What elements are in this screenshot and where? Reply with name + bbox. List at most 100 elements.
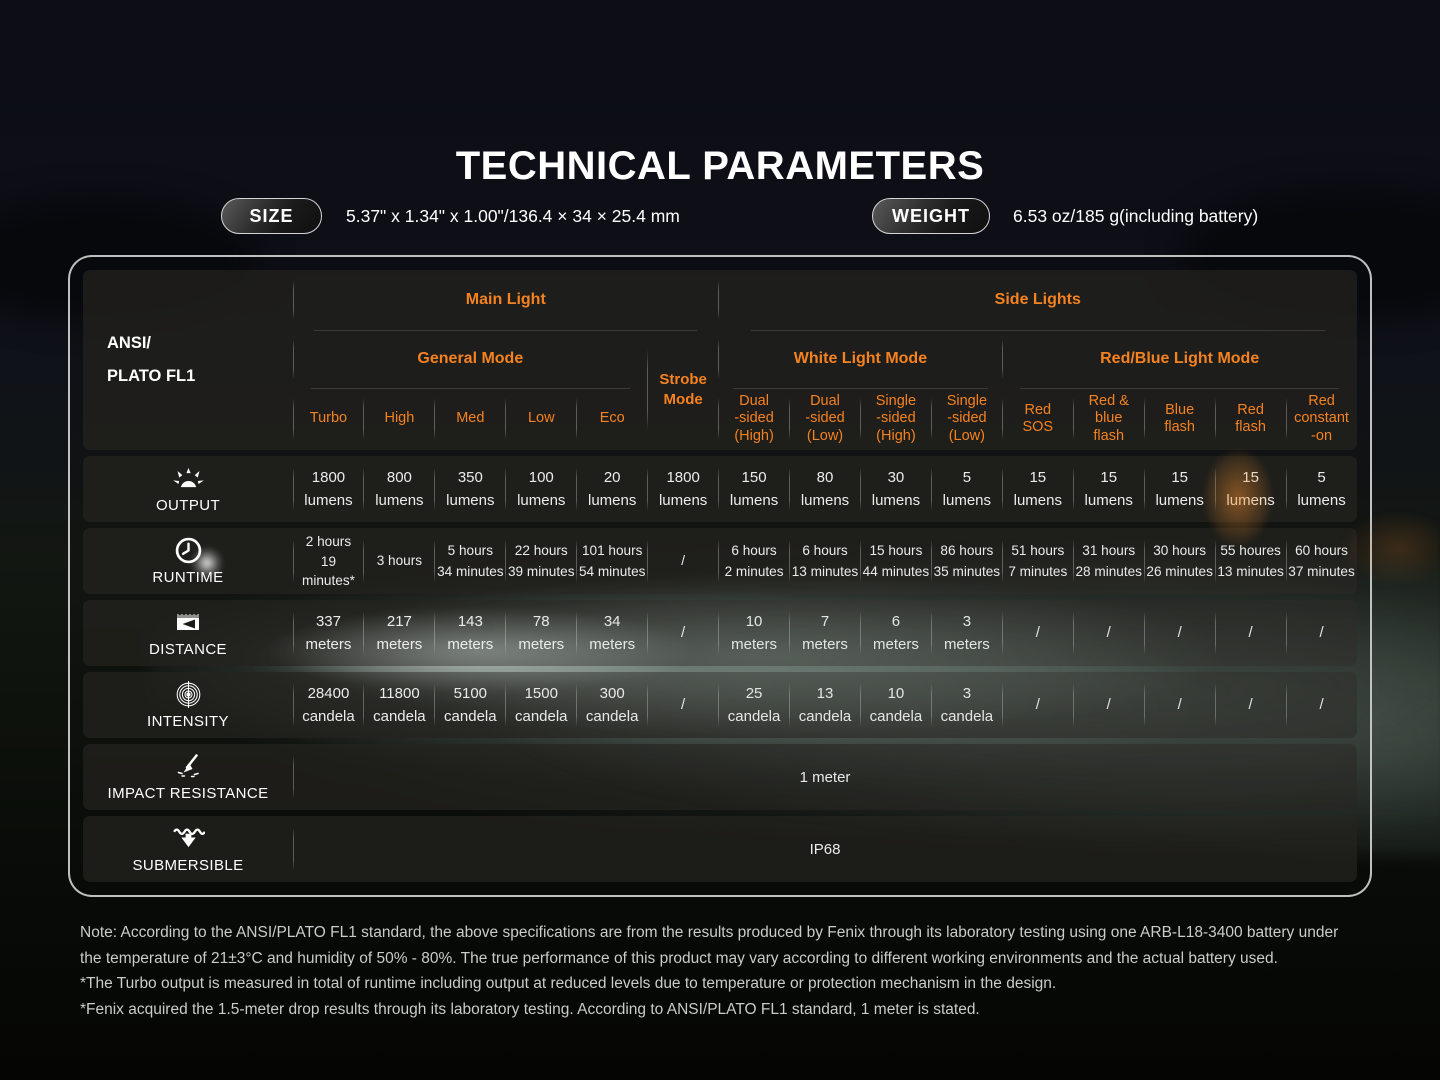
value-cell: 28400candela — [293, 672, 364, 738]
value-cell: 800lumens — [364, 456, 435, 522]
value-cell: 3meters — [931, 600, 1002, 666]
value-cell: 15lumens — [1073, 456, 1144, 522]
value-cell: / — [1215, 672, 1286, 738]
weight-badge: WEIGHT — [872, 198, 990, 234]
value-cell: / — [1073, 600, 1144, 666]
value-cell: 20lumens — [577, 456, 648, 522]
column-header-red-flash: Redflash — [1215, 388, 1286, 450]
row-label-impact: IMPACT RESISTANCE — [83, 744, 293, 810]
row-label-distance: DISTANCE — [83, 600, 293, 666]
value-cell: 1800lumens — [293, 456, 364, 522]
value-cell: 10meters — [719, 600, 790, 666]
group-header-white-light-mode: White Light Mode — [719, 330, 1003, 388]
group-header-side-lights: Side Lights — [719, 270, 1357, 330]
column-header-dual-sided-high: Dual-sided(High) — [719, 388, 790, 450]
value-cell: 51 hours7 minutes — [1002, 528, 1073, 594]
value-cell-submersible: IP68 — [293, 816, 1357, 882]
table-row-runtime: RUNTIME2 hours19 minutes*3 hours5 hours3… — [83, 528, 1357, 594]
note-paragraph: *Fenix acquired the 1.5-meter drop resul… — [80, 997, 1364, 1023]
value-cell: 300candela — [577, 672, 648, 738]
value-cell: 10candela — [860, 672, 931, 738]
column-header-low: Low — [506, 388, 577, 450]
clock-icon — [175, 536, 202, 564]
value-cell: / — [1144, 600, 1215, 666]
value-cell: 2 hours19 minutes* — [293, 528, 364, 594]
value-cell: 5100candela — [435, 672, 506, 738]
value-cell: 6meters — [860, 600, 931, 666]
group-header-strobe-mode: Strobe Mode — [648, 330, 719, 450]
spec-table: ANSI/ PLATO FL1 Main Light Side Lights G… — [68, 255, 1372, 897]
value-cell: 80lumens — [790, 456, 861, 522]
table-header: ANSI/ PLATO FL1 Main Light Side Lights G… — [83, 270, 1357, 450]
waves-icon — [172, 824, 205, 852]
value-cell: 1800lumens — [648, 456, 719, 522]
impact-icon — [175, 752, 201, 780]
group-header-general-mode: General Mode — [293, 330, 648, 388]
note-paragraph: Note: According to the ANSI/PLATO FL1 st… — [80, 920, 1364, 971]
value-cell: 101 hours54 minutes — [577, 528, 648, 594]
column-header-single-sided-low: Single-sided(Low) — [931, 388, 1002, 450]
value-cell: 7meters — [790, 600, 861, 666]
value-cell: 86 hours35 minutes — [931, 528, 1002, 594]
value-cell: 143meters — [435, 600, 506, 666]
row-label-runtime: RUNTIME — [83, 528, 293, 594]
value-cell: 34meters — [577, 600, 648, 666]
value-cell: 3 hours — [364, 528, 435, 594]
value-cell: / — [648, 600, 719, 666]
value-cell: 337meters — [293, 600, 364, 666]
value-cell: / — [1002, 672, 1073, 738]
row-label-submersible: SUBMERSIBLE — [83, 816, 293, 882]
distance-icon — [173, 608, 203, 636]
row-label-output: OUTPUT — [83, 456, 293, 522]
table-row-distance: DISTANCE337meters217meters143meters78met… — [83, 600, 1357, 666]
value-cell: 30lumens — [860, 456, 931, 522]
table-row-impact: IMPACT RESISTANCE1 meter — [83, 744, 1357, 810]
standard-label: ANSI/ PLATO FL1 — [83, 270, 293, 450]
light-output-icon — [173, 464, 204, 492]
value-cell: 78meters — [506, 600, 577, 666]
value-cell: 1500candela — [506, 672, 577, 738]
value-cell: / — [1144, 672, 1215, 738]
table-row-submersible: SUBMERSIBLEIP68 — [83, 816, 1357, 882]
value-cell: / — [1073, 672, 1144, 738]
value-cell: 11800candela — [364, 672, 435, 738]
value-cell: 6 hours13 minutes — [790, 528, 861, 594]
intensity-icon — [175, 680, 202, 708]
value-cell: 15lumens — [1144, 456, 1215, 522]
value-cell: 31 hours28 minutes — [1073, 528, 1144, 594]
size-value: 5.37" x 1.34" x 1.00"/136.4 × 34 × 25.4 … — [346, 198, 680, 234]
value-cell: 150lumens — [719, 456, 790, 522]
value-cell: 15lumens — [1215, 456, 1286, 522]
weight-value: 6.53 oz/185 g(including battery) — [1013, 198, 1258, 234]
table-row-output: OUTPUT1800lumens800lumens350lumens100lum… — [83, 456, 1357, 522]
value-cell: / — [1286, 600, 1357, 666]
value-cell: / — [648, 672, 719, 738]
value-cell: 60 hours37 minutes — [1286, 528, 1357, 594]
value-cell: 3candela — [931, 672, 1002, 738]
column-header-single-sided-high: Single-sided(High) — [860, 388, 931, 450]
value-cell: 350lumens — [435, 456, 506, 522]
column-header-red-constant-on: Redconstant-on — [1286, 388, 1357, 450]
group-header-red-blue-light-mode: Red/Blue Light Mode — [1002, 330, 1357, 388]
standard-line-2: PLATO FL1 — [107, 360, 293, 393]
value-cell: 30 hours26 minutes — [1144, 528, 1215, 594]
value-cell: 100lumens — [506, 456, 577, 522]
column-header-red-blue-flash: Red &blueflash — [1073, 388, 1144, 450]
column-header-med: Med — [435, 388, 506, 450]
value-cell: 55 houres13 minutes — [1215, 528, 1286, 594]
footnotes: Note: According to the ANSI/PLATO FL1 st… — [80, 920, 1364, 1022]
value-cell: / — [1002, 600, 1073, 666]
column-header-blue-flash: Blueflash — [1144, 388, 1215, 450]
page-title: TECHNICAL PARAMETERS — [0, 144, 1440, 189]
table-row-intensity: INTENSITY28400candela11800candela5100can… — [83, 672, 1357, 738]
group-header-main-light: Main Light — [293, 270, 719, 330]
value-cell: 15 hours44 minutes — [860, 528, 931, 594]
value-cell: 15lumens — [1002, 456, 1073, 522]
value-cell: / — [1215, 600, 1286, 666]
column-header-eco: Eco — [577, 388, 648, 450]
value-cell: 22 hours39 minutes — [506, 528, 577, 594]
column-header-red-sos: RedSOS — [1002, 388, 1073, 450]
value-cell: 5lumens — [1286, 456, 1357, 522]
size-badge: SIZE — [221, 198, 322, 234]
note-paragraph: *The Turbo output is measured in total o… — [80, 971, 1364, 997]
